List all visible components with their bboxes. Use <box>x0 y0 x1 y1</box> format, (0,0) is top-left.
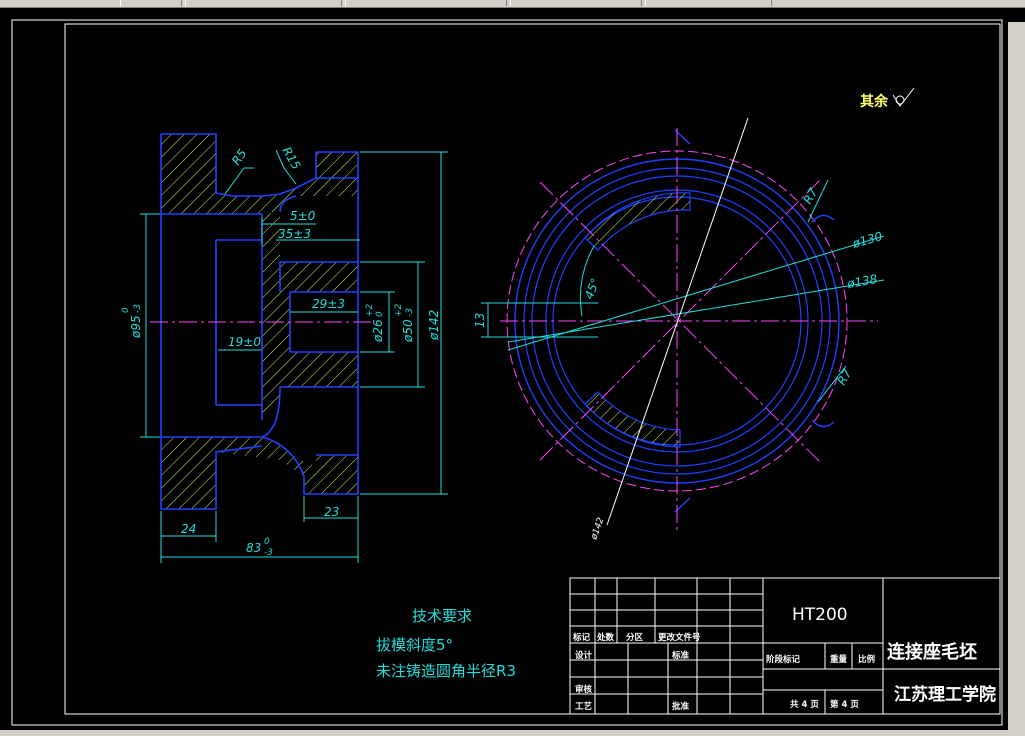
tb-scale: 比例 <box>858 654 876 665</box>
toolbar-seg-1[interactable] <box>120 0 182 6</box>
hatch-center-web <box>262 212 358 420</box>
tb-stage-mark: 阶段标记 <box>766 654 801 665</box>
status-strip <box>0 730 1025 736</box>
tb-approve: 批准 <box>672 701 690 712</box>
dim-d26-tol2: 0 <box>375 311 385 317</box>
dim-r15: R15 <box>279 145 303 172</box>
dim-83-tol2: -3 <box>264 548 273 558</box>
dim-d130: ø130 <box>850 229 884 251</box>
dim-83: 83 <box>246 541 261 555</box>
dim-d50-tol: +2 <box>394 303 404 317</box>
toolbar-seg-3[interactable] <box>345 0 507 6</box>
tb-weight: 重量 <box>830 654 848 665</box>
tb-h-mark: 标记 <box>572 632 591 643</box>
right-scrollbar[interactable] <box>1008 22 1025 730</box>
drawing-canvas[interactable]: 其余 R5 R15 5±0 35±3 29±3 19±0 ø95 0 -3 ø2… <box>0 7 1008 730</box>
tech-title: 技术要求 <box>412 607 472 625</box>
dim-d26-tol: +2 <box>365 303 375 317</box>
dim-24: 24 <box>181 522 196 536</box>
tb-part-name: 连接座毛坯 <box>887 641 977 663</box>
tb-h-zone: 分区 <box>626 632 644 643</box>
dim-d138: ø138 <box>845 272 879 291</box>
tb-school: 江苏理工学院 <box>894 684 996 705</box>
dim-d50: ø50 <box>401 319 415 343</box>
dim-r7-top: R7 <box>800 185 820 206</box>
dim-r5: R5 <box>229 147 250 168</box>
dim-d95-tol2: -3 <box>133 304 143 313</box>
tb-sheets-total: 共 4 页 <box>790 699 819 710</box>
toolbar-seg-5[interactable] <box>645 0 772 6</box>
tech-line-1: 拔模斜度5° <box>376 636 453 654</box>
tb-sheet-no: 第 4 页 <box>830 699 859 710</box>
tb-h-count: 处数 <box>596 632 615 643</box>
hatch-bottom-flange <box>161 437 358 509</box>
dim-d142-left: ø142 <box>427 310 441 341</box>
tech-requirements: 技术要求 拔模斜度5° 未注铸造圆角半径R3 <box>376 607 516 680</box>
dim-r7-bottom: R7 <box>834 366 854 387</box>
dim-35: 35±3 <box>278 227 311 241</box>
tech-line-2: 未注铸造圆角半径R3 <box>376 662 516 680</box>
section-view: R5 R15 5±0 35±3 29±3 19±0 ø95 0 -3 ø26 +… <box>121 133 448 563</box>
dim-d95: ø95 <box>129 315 143 339</box>
toolbar-seg-2[interactable] <box>185 0 342 6</box>
dim-83-tol: 0 <box>264 537 270 547</box>
tb-h-docno: 更改文件号 <box>658 632 701 643</box>
circular-view: R7 R7 ø130 ø138 13 45° ø142 <box>473 117 884 542</box>
dim-5: 5±0 <box>290 209 316 223</box>
tb-material: HT200 <box>792 605 848 625</box>
tb-check: 审核 <box>575 684 593 695</box>
tb-standard: 标准 <box>671 650 690 661</box>
hatch-top-flange <box>161 134 358 214</box>
tb-process: 工艺 <box>575 701 593 712</box>
dim-13: 13 <box>473 313 487 328</box>
dim-d26: ø26 <box>371 319 385 343</box>
dim-45: 45° <box>582 276 603 301</box>
dim-d50-tol2: -3 <box>405 308 415 317</box>
dim-d142-right: ø142 <box>589 516 607 542</box>
dim-29: 29±3 <box>312 297 345 311</box>
inner-frame <box>64 23 1001 715</box>
dim-d95-tol: 0 <box>121 307 131 313</box>
roughness-icon <box>892 87 915 107</box>
surface-note: 其余 <box>860 93 889 110</box>
toolbar-seg-4[interactable] <box>510 0 642 6</box>
dim-23: 23 <box>324 505 339 519</box>
tb-design: 设计 <box>575 650 593 661</box>
dim-19: 19±0 <box>228 335 261 349</box>
